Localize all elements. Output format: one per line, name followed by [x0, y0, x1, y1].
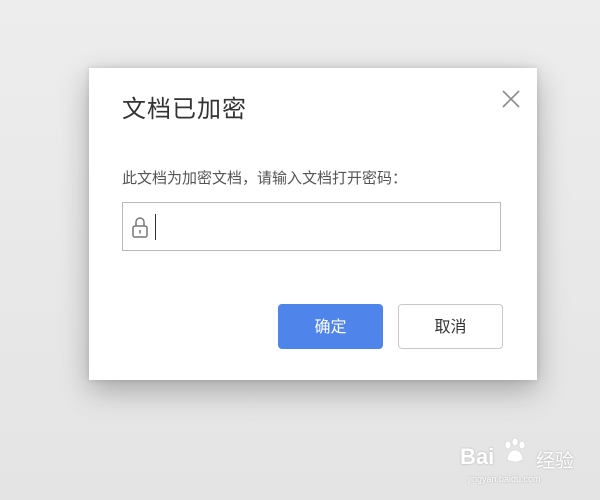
text-caret	[155, 214, 156, 240]
watermark-url: jingyan.baidu.com	[468, 474, 541, 484]
paw-logo-icon	[504, 437, 526, 463]
password-input[interactable]	[157, 211, 487, 243]
baidu-jingyan-watermark: Bai 经验 jingyan.baidu.com	[458, 436, 598, 488]
password-field[interactable]	[122, 202, 501, 251]
confirm-button[interactable]: 确定	[278, 304, 383, 349]
lock-icon	[132, 217, 148, 238]
close-button[interactable]	[500, 88, 522, 110]
watermark-brand: Bai	[460, 444, 495, 469]
cancel-button[interactable]: 取消	[398, 304, 503, 349]
encrypted-document-dialog: 文档已加密 此文档为加密文档，请输入文档打开密码： 确定 取消	[89, 68, 537, 380]
password-prompt: 此文档为加密文档，请输入文档打开密码：	[122, 169, 408, 187]
watermark-suffix: 经验	[536, 450, 575, 472]
dialog-title: 文档已加密	[122, 95, 247, 123]
close-icon	[502, 90, 520, 108]
